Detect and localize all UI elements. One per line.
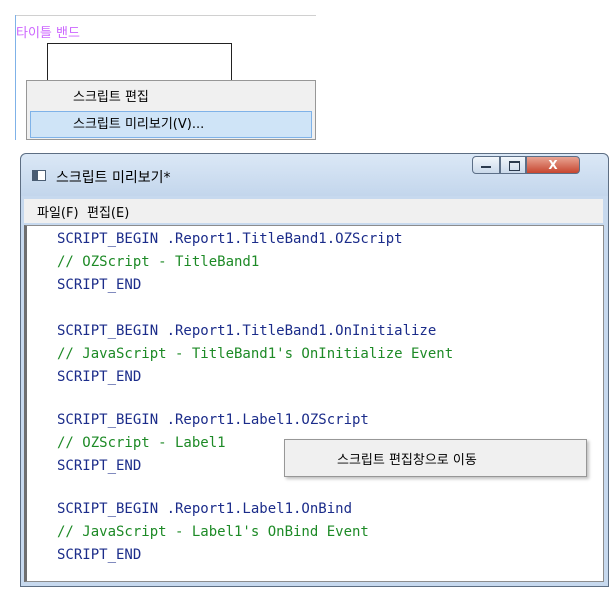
title-band-label: 타이틀 밴드	[16, 26, 80, 41]
code-line: SCRIPT_END	[57, 547, 142, 563]
minimize-icon	[481, 166, 491, 168]
script-preview-window: 스크립트 미리보기* X 파일(F) 편집(E) SCRIPT_BEGIN .R…	[20, 153, 609, 587]
goto-editor-popup: 스크립트 편집창으로 이동	[284, 439, 587, 477]
script-editor[interactable]: SCRIPT_BEGIN .Report1.TitleBand1.OZScrip…	[24, 225, 604, 582]
menu-item-edit-script[interactable]: 스크립트 편집	[30, 84, 312, 111]
menu-item-goto-editor[interactable]: 스크립트 편집창으로 이동	[337, 449, 477, 468]
close-icon: X	[548, 158, 558, 172]
code-line: // OZScript - TitleBand1	[57, 254, 260, 270]
code-line: SCRIPT_BEGIN .Report1.Label1.OnBind	[57, 501, 353, 517]
code-line: SCRIPT_END	[57, 458, 142, 474]
minimize-button[interactable]	[472, 156, 500, 174]
close-button[interactable]: X	[526, 156, 580, 174]
code-line: // JavaScript - Label1's OnBind Event	[57, 524, 369, 540]
menu-edit[interactable]: 편집(E)	[87, 202, 129, 221]
code-line: // JavaScript - TitleBand1's OnInitializ…	[57, 346, 454, 362]
maximize-icon	[509, 161, 520, 171]
menu-file[interactable]: 파일(F)	[37, 202, 79, 221]
title-bar[interactable]: 스크립트 미리보기* X	[21, 154, 608, 196]
label-component[interactable]	[47, 43, 232, 82]
code-line: SCRIPT_BEGIN .Report1.TitleBand1.OZScrip…	[57, 231, 403, 247]
code-line: SCRIPT_BEGIN .Report1.Label1.OZScript	[57, 412, 369, 428]
maximize-button[interactable]	[500, 156, 526, 174]
context-menu: 스크립트 편집 스크립트 미리보기(V)...	[26, 80, 316, 140]
code-line: SCRIPT_END	[57, 277, 142, 293]
code-line: SCRIPT_BEGIN .Report1.TitleBand1.OnIniti…	[57, 323, 437, 339]
menu-bar: 파일(F) 편집(E)	[24, 199, 603, 223]
window-icon	[32, 170, 46, 181]
band-top-border	[16, 15, 316, 16]
code-line: SCRIPT_END	[57, 369, 142, 385]
menu-item-preview-script[interactable]: 스크립트 미리보기(V)...	[30, 111, 312, 138]
window-title: 스크립트 미리보기*	[56, 170, 171, 186]
code-line: // OZScript - Label1	[57, 435, 226, 451]
